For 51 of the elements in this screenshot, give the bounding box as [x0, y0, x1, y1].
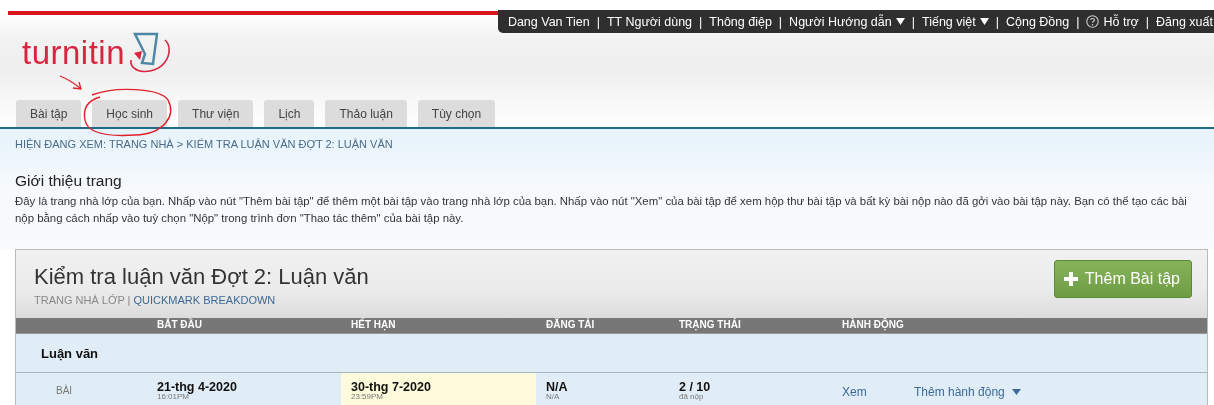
table-cell-text: BÀI	[55, 383, 74, 398]
column-header: HẾT HẠN	[350, 318, 397, 333]
table-cell-text: 30-thg 7-2020	[351, 381, 432, 393]
table-cell-text: N/A	[546, 381, 569, 393]
caret-icon	[895, 18, 905, 25]
separator: |	[1076, 14, 1080, 29]
assignment-title: Kiểm tra luận văn Đợt 2: Luận văn	[34, 264, 369, 290]
caret-icon	[979, 18, 989, 25]
cell-note: đã nộp	[679, 393, 705, 401]
table-cell-text: 21-thg 4-2020	[157, 381, 238, 393]
separator: |	[699, 14, 703, 29]
separator: |	[778, 14, 783, 29]
nav-tab[interactable]: Thảo luận	[325, 100, 407, 127]
separator: |	[911, 14, 915, 29]
annotation-arrow	[59, 75, 82, 90]
dropdown-menu[interactable]: Tiếng việt	[922, 14, 989, 29]
more-actions-dropdown[interactable]: Thêm hành động	[914, 385, 1021, 399]
help-link[interactable]: Hỗ trợ	[1086, 14, 1139, 29]
column-header: BẮT ĐẦU	[156, 318, 203, 332]
nav-tab[interactable]: Bài tập	[16, 100, 82, 127]
view-link[interactable]: Xem	[842, 373, 867, 399]
logo-text: turnitin	[22, 34, 126, 72]
separator: |	[596, 14, 600, 29]
caret-icon	[1011, 389, 1021, 395]
cell-note: 16:01PM	[157, 393, 190, 401]
cell-note: N/A	[546, 393, 561, 401]
menu-link[interactable]: Dang Van Tien	[507, 14, 590, 29]
menu-link[interactable]: TT Người dùng	[606, 14, 693, 29]
nav-tab[interactable]: Lịch	[264, 100, 315, 127]
menu-link[interactable]: Đăng xuất	[1156, 14, 1213, 29]
column-header: ĐĂNG TẢI	[545, 318, 596, 332]
separator: |	[1145, 14, 1149, 29]
plus-icon	[1063, 272, 1078, 286]
section-heading: Giới thiệu trang	[15, 172, 123, 190]
dropdown-menu[interactable]: Người Hướng dẫn	[789, 14, 905, 29]
table-cell-text: 2 / 10	[679, 381, 712, 393]
breadcrumb: HIỆN ĐANG XEM: TRANG NHÀ > KIỂM TRA LUẬN VĂN ĐỢT 2: LUẬN VĂN	[15, 138, 394, 150]
menu-link[interactable]: Cộng Đồng	[1005, 14, 1070, 29]
separator: |	[995, 14, 999, 29]
subtitle-text: TRANG NHÀ LỚP |	[34, 294, 131, 306]
cell-note: 23:59PM	[351, 393, 384, 401]
nav-tab[interactable]: Tùy chọn	[417, 100, 496, 127]
help-icon	[1086, 15, 1100, 28]
column-header: HÀNH ĐỘNG	[841, 318, 905, 333]
nav-tab[interactable]: Thư viện	[178, 100, 254, 127]
nav-tab[interactable]: Học sinh	[92, 100, 168, 127]
menu-link[interactable]: Thông điệp	[709, 14, 772, 29]
column-header: TRẠNG THÁI	[678, 318, 742, 333]
quickmark-link[interactable]: QUICKMARK BREAKDOWN	[133, 294, 276, 306]
intro-paragraph: Đây là trang nhà lớp của bạn. Nhấp vào nút "Thêm bài tập" để thêm một bài tập vào trang nhà lớp của bạn. Nhấp vào nút "Xem" của bài tập để xem hộp thư bài tập và bất kỳ bài nộp nào đã gởi vào bài tập này. Bạn có thể tạo các bài nộp bằng cách nhấp vào tuỳ chọn "Nộp" trong trình đơn "Thao tác thêm" của bài tập này.	[15, 194, 1188, 226]
group-row: Luận văn	[16, 334, 1207, 373]
